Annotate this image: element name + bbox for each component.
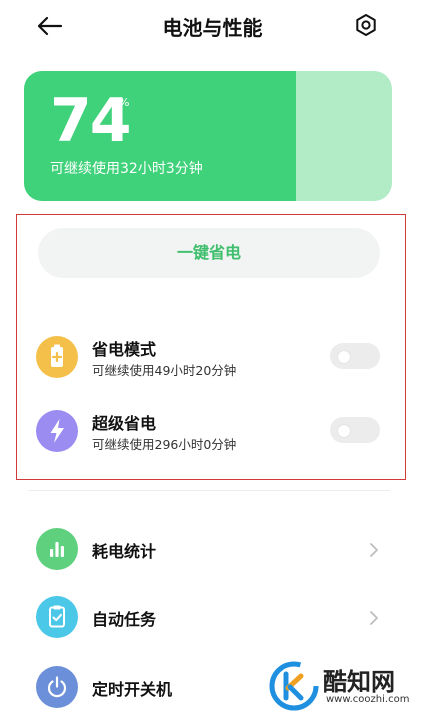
one-key-saver-button[interactable]: 一键省电 bbox=[38, 228, 380, 278]
chevron-right-icon bbox=[370, 543, 378, 557]
toggle-knob bbox=[338, 351, 350, 363]
watermark-url: www.coozhi.com bbox=[326, 694, 410, 705]
ultra-power-saving-row: 超级省电 可继续使用296小时0分钟 bbox=[36, 410, 386, 460]
ultra-power-saving-subtitle: 可继续使用296小时0分钟 bbox=[92, 437, 237, 452]
battery-remaining-time: 可继续使用32小时3分钟 bbox=[50, 161, 203, 177]
chevron-right-icon bbox=[370, 611, 378, 625]
battery-percent: 74 bbox=[50, 86, 131, 156]
lightning-icon bbox=[36, 410, 78, 452]
app-header: 电池与性能 bbox=[0, 0, 425, 52]
power-saving-mode-row: 省电模式 可继续使用49小时20分钟 bbox=[36, 336, 386, 386]
power-icon bbox=[36, 666, 78, 708]
ultra-power-saving-toggle[interactable] bbox=[330, 417, 380, 443]
battery-plus-icon bbox=[36, 336, 78, 378]
hexagon-gear-icon bbox=[356, 14, 376, 36]
section-divider bbox=[28, 490, 390, 491]
menu-label: 定时开关机 bbox=[92, 680, 173, 699]
watermark-logo bbox=[269, 661, 319, 711]
power-saving-mode-subtitle: 可继续使用49小时20分钟 bbox=[92, 363, 237, 378]
percent-sign: % bbox=[119, 96, 130, 109]
settings-button[interactable] bbox=[353, 12, 379, 38]
bar-chart-icon bbox=[36, 528, 78, 570]
menu-item-power-usage[interactable]: 耗电统计 bbox=[36, 528, 386, 572]
menu-label: 自动任务 bbox=[92, 610, 157, 629]
watermark: 酷知网 www.coozhi.com bbox=[268, 660, 418, 716]
clipboard-check-icon bbox=[36, 596, 78, 638]
menu-item-auto-tasks[interactable]: 自动任务 bbox=[36, 596, 386, 640]
toggle-knob bbox=[338, 425, 350, 437]
menu-label: 耗电统计 bbox=[92, 542, 157, 561]
ultra-power-saving-title: 超级省电 bbox=[92, 414, 157, 433]
power-saving-mode-toggle[interactable] bbox=[330, 343, 380, 369]
power-saving-mode-title: 省电模式 bbox=[92, 340, 157, 359]
watermark-text: 酷知网 bbox=[323, 668, 395, 696]
